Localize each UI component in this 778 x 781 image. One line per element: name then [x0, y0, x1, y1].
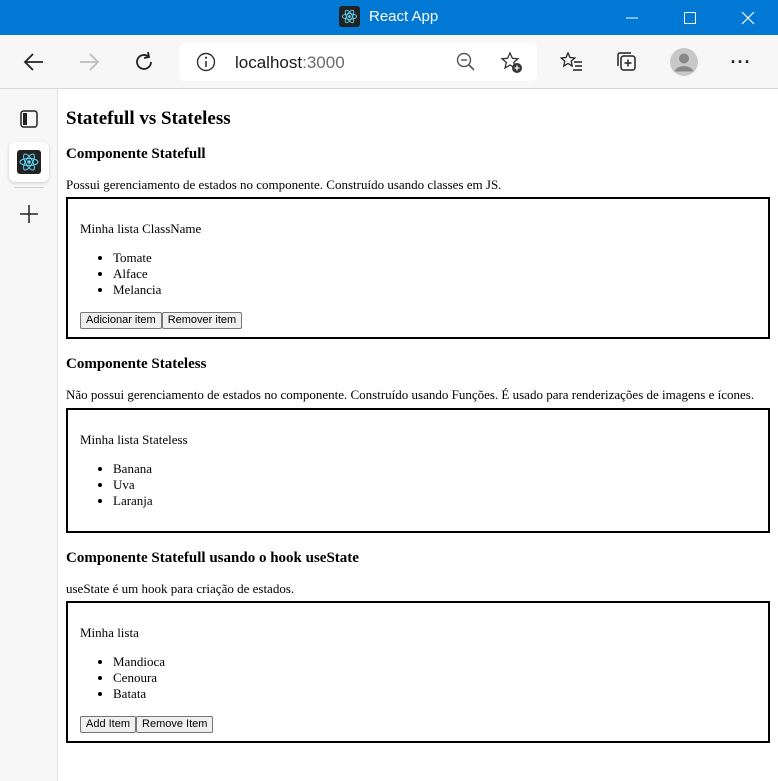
list-item: Laranja [113, 493, 756, 509]
minimize-icon [626, 17, 638, 18]
sidebar-divider [14, 187, 44, 188]
window-title: React App [369, 8, 439, 25]
maximize-button[interactable] [661, 0, 719, 35]
plus-icon [20, 205, 38, 223]
list-item: Melancia [113, 282, 756, 298]
arrow-left-icon [23, 53, 43, 71]
page-content: Statefull vs Stateless Componente Statef… [59, 90, 778, 781]
stateless-list-box: Minha lista Stateless Banana Uva Laranja [66, 408, 770, 533]
tab-panel-icon [20, 110, 38, 128]
list-item: Alface [113, 266, 756, 282]
zoom-out-icon[interactable] [456, 52, 476, 72]
maximize-icon [684, 11, 696, 24]
list-item: Uva [113, 477, 756, 493]
favorites-icon [560, 51, 582, 71]
arrow-right-icon [80, 53, 100, 71]
minimize-button[interactable] [603, 0, 661, 35]
tab-react-app[interactable] [9, 142, 49, 182]
section-heading-stateless: Componente Stateless [66, 356, 207, 372]
page-title: Statefull vs Stateless [66, 108, 231, 129]
remove-item-button[interactable]: Remove Item [136, 716, 214, 733]
react-logo-icon [339, 6, 360, 27]
tab-actions-button[interactable] [9, 99, 49, 139]
close-icon [741, 11, 755, 24]
adicionar-item-button[interactable]: Adicionar item [80, 312, 162, 329]
list-item: Banana [113, 461, 756, 477]
url-text[interactable]: localhost:3000 [235, 53, 345, 73]
item-list: Mandioca Cenoura Batata [80, 654, 756, 702]
add-item-button[interactable]: Add Item [80, 716, 137, 733]
address-bar[interactable]: localhost:3000 [179, 43, 537, 81]
profile-button[interactable] [667, 45, 701, 79]
back-button[interactable] [17, 45, 51, 79]
list-item: Batata [113, 686, 756, 702]
list-title: Minha lista ClassName [80, 221, 202, 236]
window-titlebar: React App [0, 0, 778, 35]
refresh-icon [136, 51, 152, 70]
forward-button[interactable] [72, 45, 106, 79]
statefull-list-box: Minha lista ClassName Tomate Alface Mela… [66, 197, 770, 339]
remover-item-button[interactable]: Remover item [161, 312, 243, 329]
item-list: Tomate Alface Melancia [80, 250, 756, 298]
section-heading-usestate: Componente Statefull usando o hook useSt… [66, 550, 359, 566]
list-title: Minha lista Stateless [80, 432, 188, 447]
section-description-usestate: useState é um hook para criação de estad… [66, 581, 295, 596]
list-item: Cenoura [113, 670, 756, 686]
list-item: Mandioca [113, 654, 756, 670]
usestate-list-box: Minha lista Mandioca Cenoura Batata Add … [66, 601, 770, 743]
browser-toolbar: localhost:3000 ··· [0, 35, 778, 89]
react-tab-icon [17, 150, 41, 174]
collections-icon [617, 52, 636, 71]
add-favorite-star-icon[interactable] [500, 51, 524, 75]
list-item: Tomate [113, 250, 756, 266]
vertical-tabs-sidebar [0, 89, 58, 781]
section-description-statefull: Possui gerenciamento de estados no compo… [66, 177, 502, 192]
avatar-icon [670, 48, 698, 76]
item-list: Banana Uva Laranja [80, 461, 756, 509]
refresh-button[interactable] [127, 45, 161, 79]
new-tab-button[interactable] [9, 194, 49, 234]
section-description-stateless: Não possui gerenciamento de estados no c… [66, 387, 755, 402]
info-icon[interactable] [196, 52, 216, 72]
list-title: Minha lista [80, 625, 139, 640]
collections-button[interactable] [610, 45, 644, 79]
close-window-button[interactable] [719, 0, 777, 35]
favorites-button[interactable] [555, 45, 589, 79]
more-menu-button[interactable]: ··· [724, 45, 758, 79]
section-heading-statefull: Componente Statefull [66, 146, 206, 162]
